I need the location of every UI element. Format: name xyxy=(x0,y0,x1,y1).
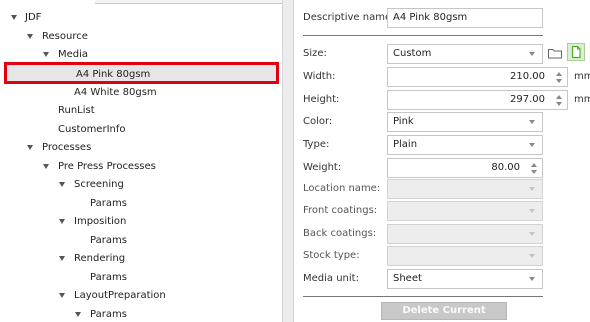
chevron-down-icon xyxy=(529,52,535,56)
expand-arrow-icon[interactable] xyxy=(59,182,65,187)
tree-node-rendering[interactable]: Rendering xyxy=(0,250,280,268)
descriptive-name-label: Descriptive name: xyxy=(303,12,395,23)
expand-arrow-icon[interactable] xyxy=(59,256,65,261)
media-unit-label: Media unit: xyxy=(303,273,359,284)
front-coatings-label: Front coatings: xyxy=(303,205,378,216)
weight-value: 80.00 xyxy=(491,162,520,173)
tree-node-jdf[interactable]: JDF xyxy=(0,9,280,27)
descriptive-name-value: A4 Pink 80gsm xyxy=(393,12,468,23)
media-unit-select[interactable]: Sheet xyxy=(387,269,543,289)
type-select[interactable]: Plain xyxy=(387,135,543,155)
chevron-down-icon xyxy=(529,120,535,124)
tree-node-label: A4 Pink 80gsm xyxy=(76,69,151,80)
chevron-down-icon xyxy=(529,209,535,213)
width-unit: mm xyxy=(574,71,590,82)
tree-node-label: Screening xyxy=(74,179,124,190)
expand-arrow-icon[interactable] xyxy=(27,34,33,39)
section-divider xyxy=(303,296,543,297)
media-unit-value: Sheet xyxy=(393,273,422,284)
height-stepper[interactable]: 297.00 xyxy=(387,90,568,110)
width-stepper[interactable]: 210.00 xyxy=(387,67,568,87)
color-value: Pink xyxy=(393,116,414,127)
spin-up-icon[interactable] xyxy=(556,72,562,76)
tree-node-label: A4 White 80gsm xyxy=(74,87,157,98)
spin-down-icon[interactable] xyxy=(556,79,562,83)
delete-current-medium-button[interactable]: Delete Current Medium xyxy=(381,302,507,322)
tree-header-strip xyxy=(95,0,282,4)
expand-arrow-icon[interactable] xyxy=(59,293,65,298)
tree-node-label: Params xyxy=(90,272,127,283)
medium-properties-form: Descriptive name: A4 Pink 80gsm Size: Cu… xyxy=(294,0,590,322)
back-coatings-label: Back coatings: xyxy=(303,228,377,239)
spin-down-icon[interactable] xyxy=(556,102,562,106)
tree-node-label: Params xyxy=(90,235,127,246)
spin-up-icon[interactable] xyxy=(531,163,537,167)
tree-node-pre-press-processes[interactable]: Pre Press Processes xyxy=(0,158,280,176)
tree-node-label: LayoutPreparation xyxy=(74,290,166,301)
height-value: 297.00 xyxy=(510,94,545,105)
height-label: Height: xyxy=(303,94,340,105)
tree-node-layoutpreparation-params[interactable]: Params xyxy=(0,306,280,322)
chevron-down-icon xyxy=(529,187,535,191)
expand-arrow-icon[interactable] xyxy=(43,52,49,57)
color-select[interactable]: Pink xyxy=(387,112,543,132)
tree-node-layoutpreparation[interactable]: LayoutPreparation xyxy=(0,287,280,305)
tree-node-label: Params xyxy=(90,309,127,320)
tree-node-label: CustomerInfo xyxy=(58,124,126,135)
spin-down-icon[interactable] xyxy=(531,170,537,174)
tree-node-customerinfo[interactable]: CustomerInfo xyxy=(0,121,280,139)
tree-node-processes[interactable]: Processes xyxy=(0,139,280,157)
chevron-down-icon xyxy=(529,277,535,281)
stock-type-label: Stock type: xyxy=(303,250,360,261)
tree-node-label: Params xyxy=(90,198,127,209)
section-divider xyxy=(303,35,543,36)
tree-node-imposition[interactable]: Imposition xyxy=(0,213,280,231)
chevron-down-icon xyxy=(529,232,535,236)
chevron-down-icon xyxy=(529,143,535,147)
tree-node-imposition-params[interactable]: Params xyxy=(0,232,280,250)
size-value: Custom xyxy=(393,48,432,59)
expand-arrow-icon[interactable] xyxy=(11,15,17,20)
location-name-select[interactable] xyxy=(387,179,543,199)
type-value: Plain xyxy=(393,139,418,150)
tree-node-resource[interactable]: Resource xyxy=(0,28,280,46)
expand-arrow-icon[interactable] xyxy=(27,145,33,150)
tree-node-runlist[interactable]: RunList xyxy=(0,102,280,120)
back-coatings-select[interactable] xyxy=(387,224,543,244)
tree-node-label: Pre Press Processes xyxy=(58,161,156,172)
new-document-icon[interactable] xyxy=(567,43,585,61)
tree-node-label: Rendering xyxy=(74,253,126,264)
size-label: Size: xyxy=(303,48,327,59)
spin-up-icon[interactable] xyxy=(556,95,562,99)
width-value: 210.00 xyxy=(510,71,545,82)
location-name-label: Location name: xyxy=(303,183,381,194)
weight-label: Weight: xyxy=(303,162,342,173)
tree-pane: JDF Resource Media A4 Pink 80gsm A4 Whit… xyxy=(0,0,282,322)
tree-node-label: Processes xyxy=(42,142,92,153)
tree-node-label: Imposition xyxy=(74,216,127,227)
tree-node-screening-params[interactable]: Params xyxy=(0,195,280,213)
tree-node-label: Resource xyxy=(42,31,88,42)
expand-arrow-icon[interactable] xyxy=(59,219,65,224)
weight-stepper[interactable]: 80.00 xyxy=(387,158,543,178)
stock-type-select[interactable] xyxy=(387,246,543,266)
tree-node-rendering-params[interactable]: Params xyxy=(0,269,280,287)
front-coatings-select[interactable] xyxy=(387,201,543,221)
folder-icon[interactable] xyxy=(547,45,565,63)
tree-node-label: JDF xyxy=(25,12,42,23)
chevron-down-icon xyxy=(529,254,535,258)
height-unit: mm xyxy=(574,94,590,105)
type-label: Type: xyxy=(303,139,330,150)
pane-splitter[interactable] xyxy=(282,0,294,322)
color-label: Color: xyxy=(303,116,333,127)
tree-node-a4-pink-80gsm[interactable]: A4 Pink 80gsm xyxy=(4,62,279,84)
expand-arrow-icon[interactable] xyxy=(75,312,81,317)
tree-node-screening[interactable]: Screening xyxy=(0,176,280,194)
tree-node-label: RunList xyxy=(58,105,95,116)
tree-node-a4-white-80gsm[interactable]: A4 White 80gsm xyxy=(0,84,280,102)
expand-arrow-icon[interactable] xyxy=(43,164,49,169)
descriptive-name-input[interactable]: A4 Pink 80gsm xyxy=(387,8,543,28)
width-label: Width: xyxy=(303,71,336,82)
size-select[interactable]: Custom xyxy=(387,44,543,64)
